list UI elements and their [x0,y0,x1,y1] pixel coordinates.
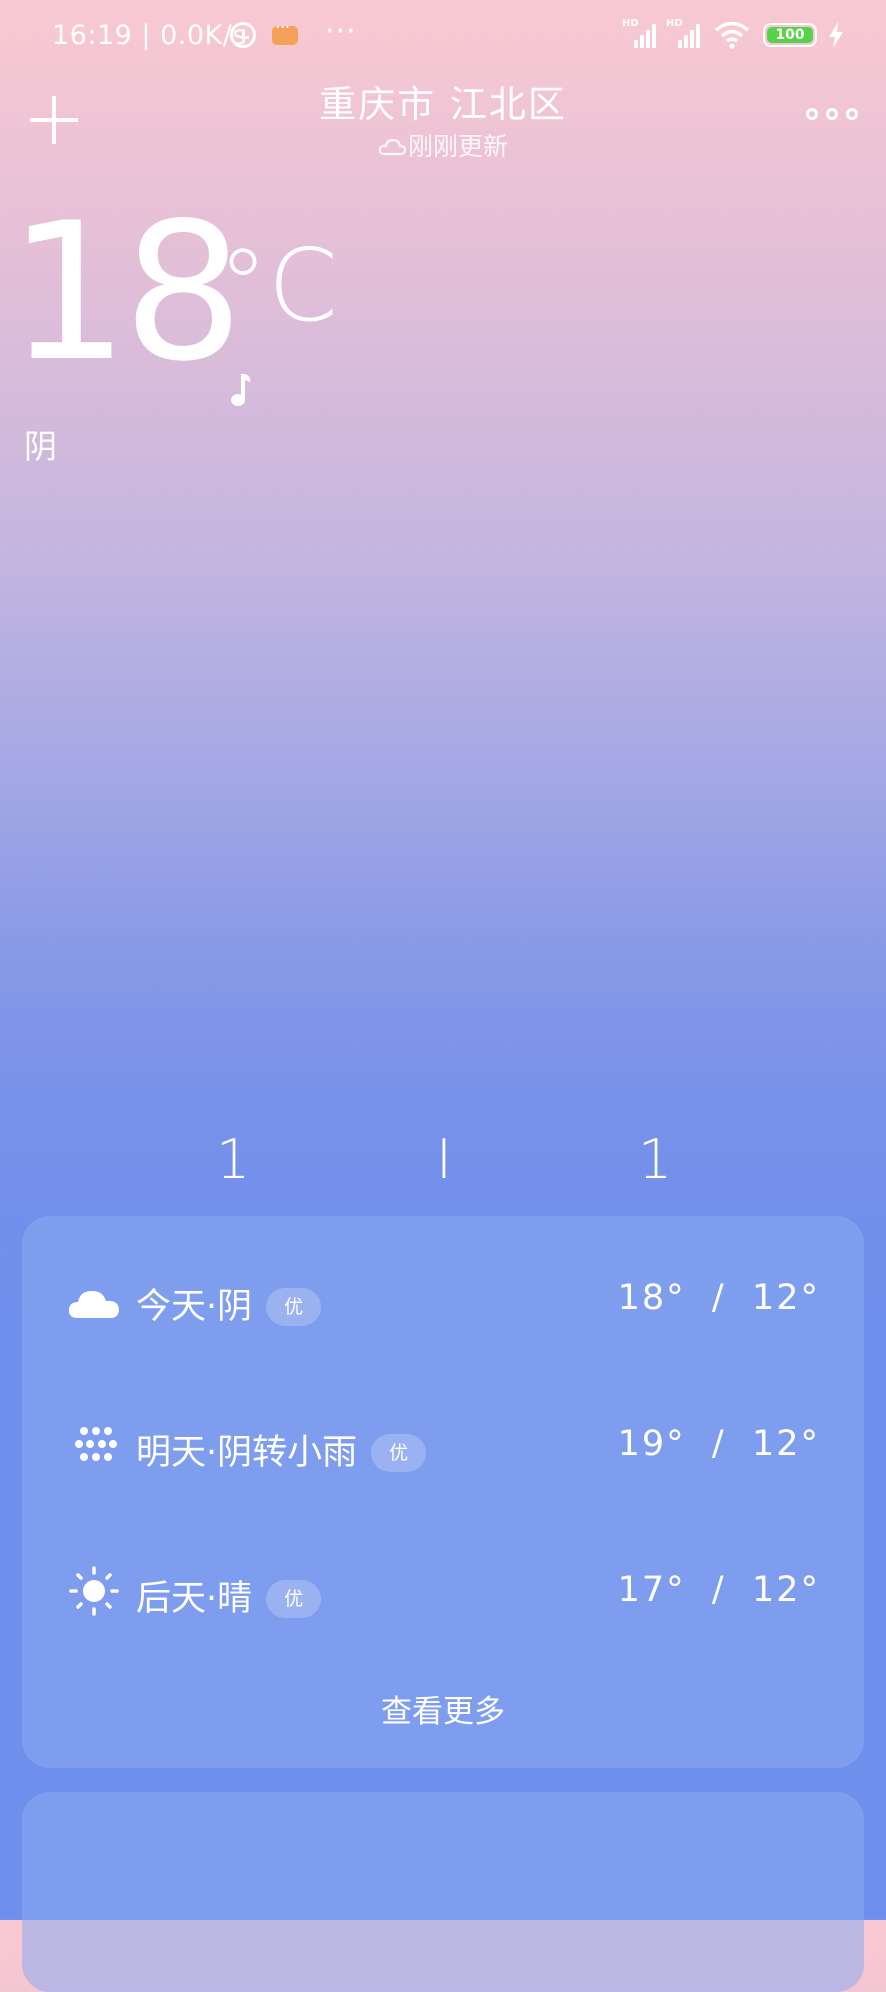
current-temperature: 18 [8,182,244,403]
forecast-card: 今天·阴优 18° / 12° 明天·阴转小雨优 19° / 12° 后天·晴优… [22,1216,864,1768]
see-more-button[interactable]: 查看更多 [22,1686,864,1731]
forecast-temps: 18° / 12° [617,1278,820,1318]
menu-icon[interactable] [806,108,858,126]
status-more-icon: ··· [325,14,357,49]
battery-level: 100 [767,27,813,43]
update-status: 刚刚更新 [0,127,886,163]
forecast-row-day-after[interactable]: 后天·晴优 17° / 12° [22,1552,864,1632]
temperature-unit: °C [218,227,338,344]
forecast-day-condition: 明天·阴转小雨优 [136,1424,427,1475]
sun-icon [69,1566,119,1616]
current-condition: 阴 [24,427,57,466]
drizzle-icon [75,1427,117,1461]
update-status-text: 刚刚更新 [407,132,508,161]
strip-value: I [436,1128,452,1191]
forecast-day-condition: 今天·阴优 [136,1278,322,1329]
status-time-speed: 16:19 | 0.0K/s [52,20,247,51]
forecast-temps: 17° / 12° [617,1570,820,1610]
forecast-row-tomorrow[interactable]: 明天·阴转小雨优 19° / 12° [22,1406,864,1486]
aqi-badge: 优 [266,1288,322,1326]
wifi-icon [714,21,750,49]
message-icon [272,17,298,45]
signal-icon: HD [666,18,702,50]
city-title[interactable]: 重庆市 江北区 [0,74,886,128]
aqi-badge: 优 [266,1580,322,1618]
cloud-icon [68,1291,119,1318]
signal-icon: HD [622,18,658,50]
music-icon[interactable] [228,372,252,408]
secondary-card [22,1792,864,1992]
status-bar: 16:19 | 0.0K/s ··· HD HD 100 [0,0,886,72]
charge-icon [829,22,843,48]
forecast-temps: 19° / 12° [617,1424,820,1464]
battery-icon: 100 [763,23,817,47]
alarm-icon [230,22,256,48]
aqi-badge: 优 [371,1434,427,1472]
hourly-strip: 1 I 1 [0,1128,886,1191]
cloud-icon [378,138,406,156]
strip-value: 1 [638,1128,673,1191]
forecast-day-condition: 后天·晴优 [136,1570,322,1621]
forecast-row-today[interactable]: 今天·阴优 18° / 12° [22,1260,864,1340]
strip-value: 1 [216,1128,251,1191]
